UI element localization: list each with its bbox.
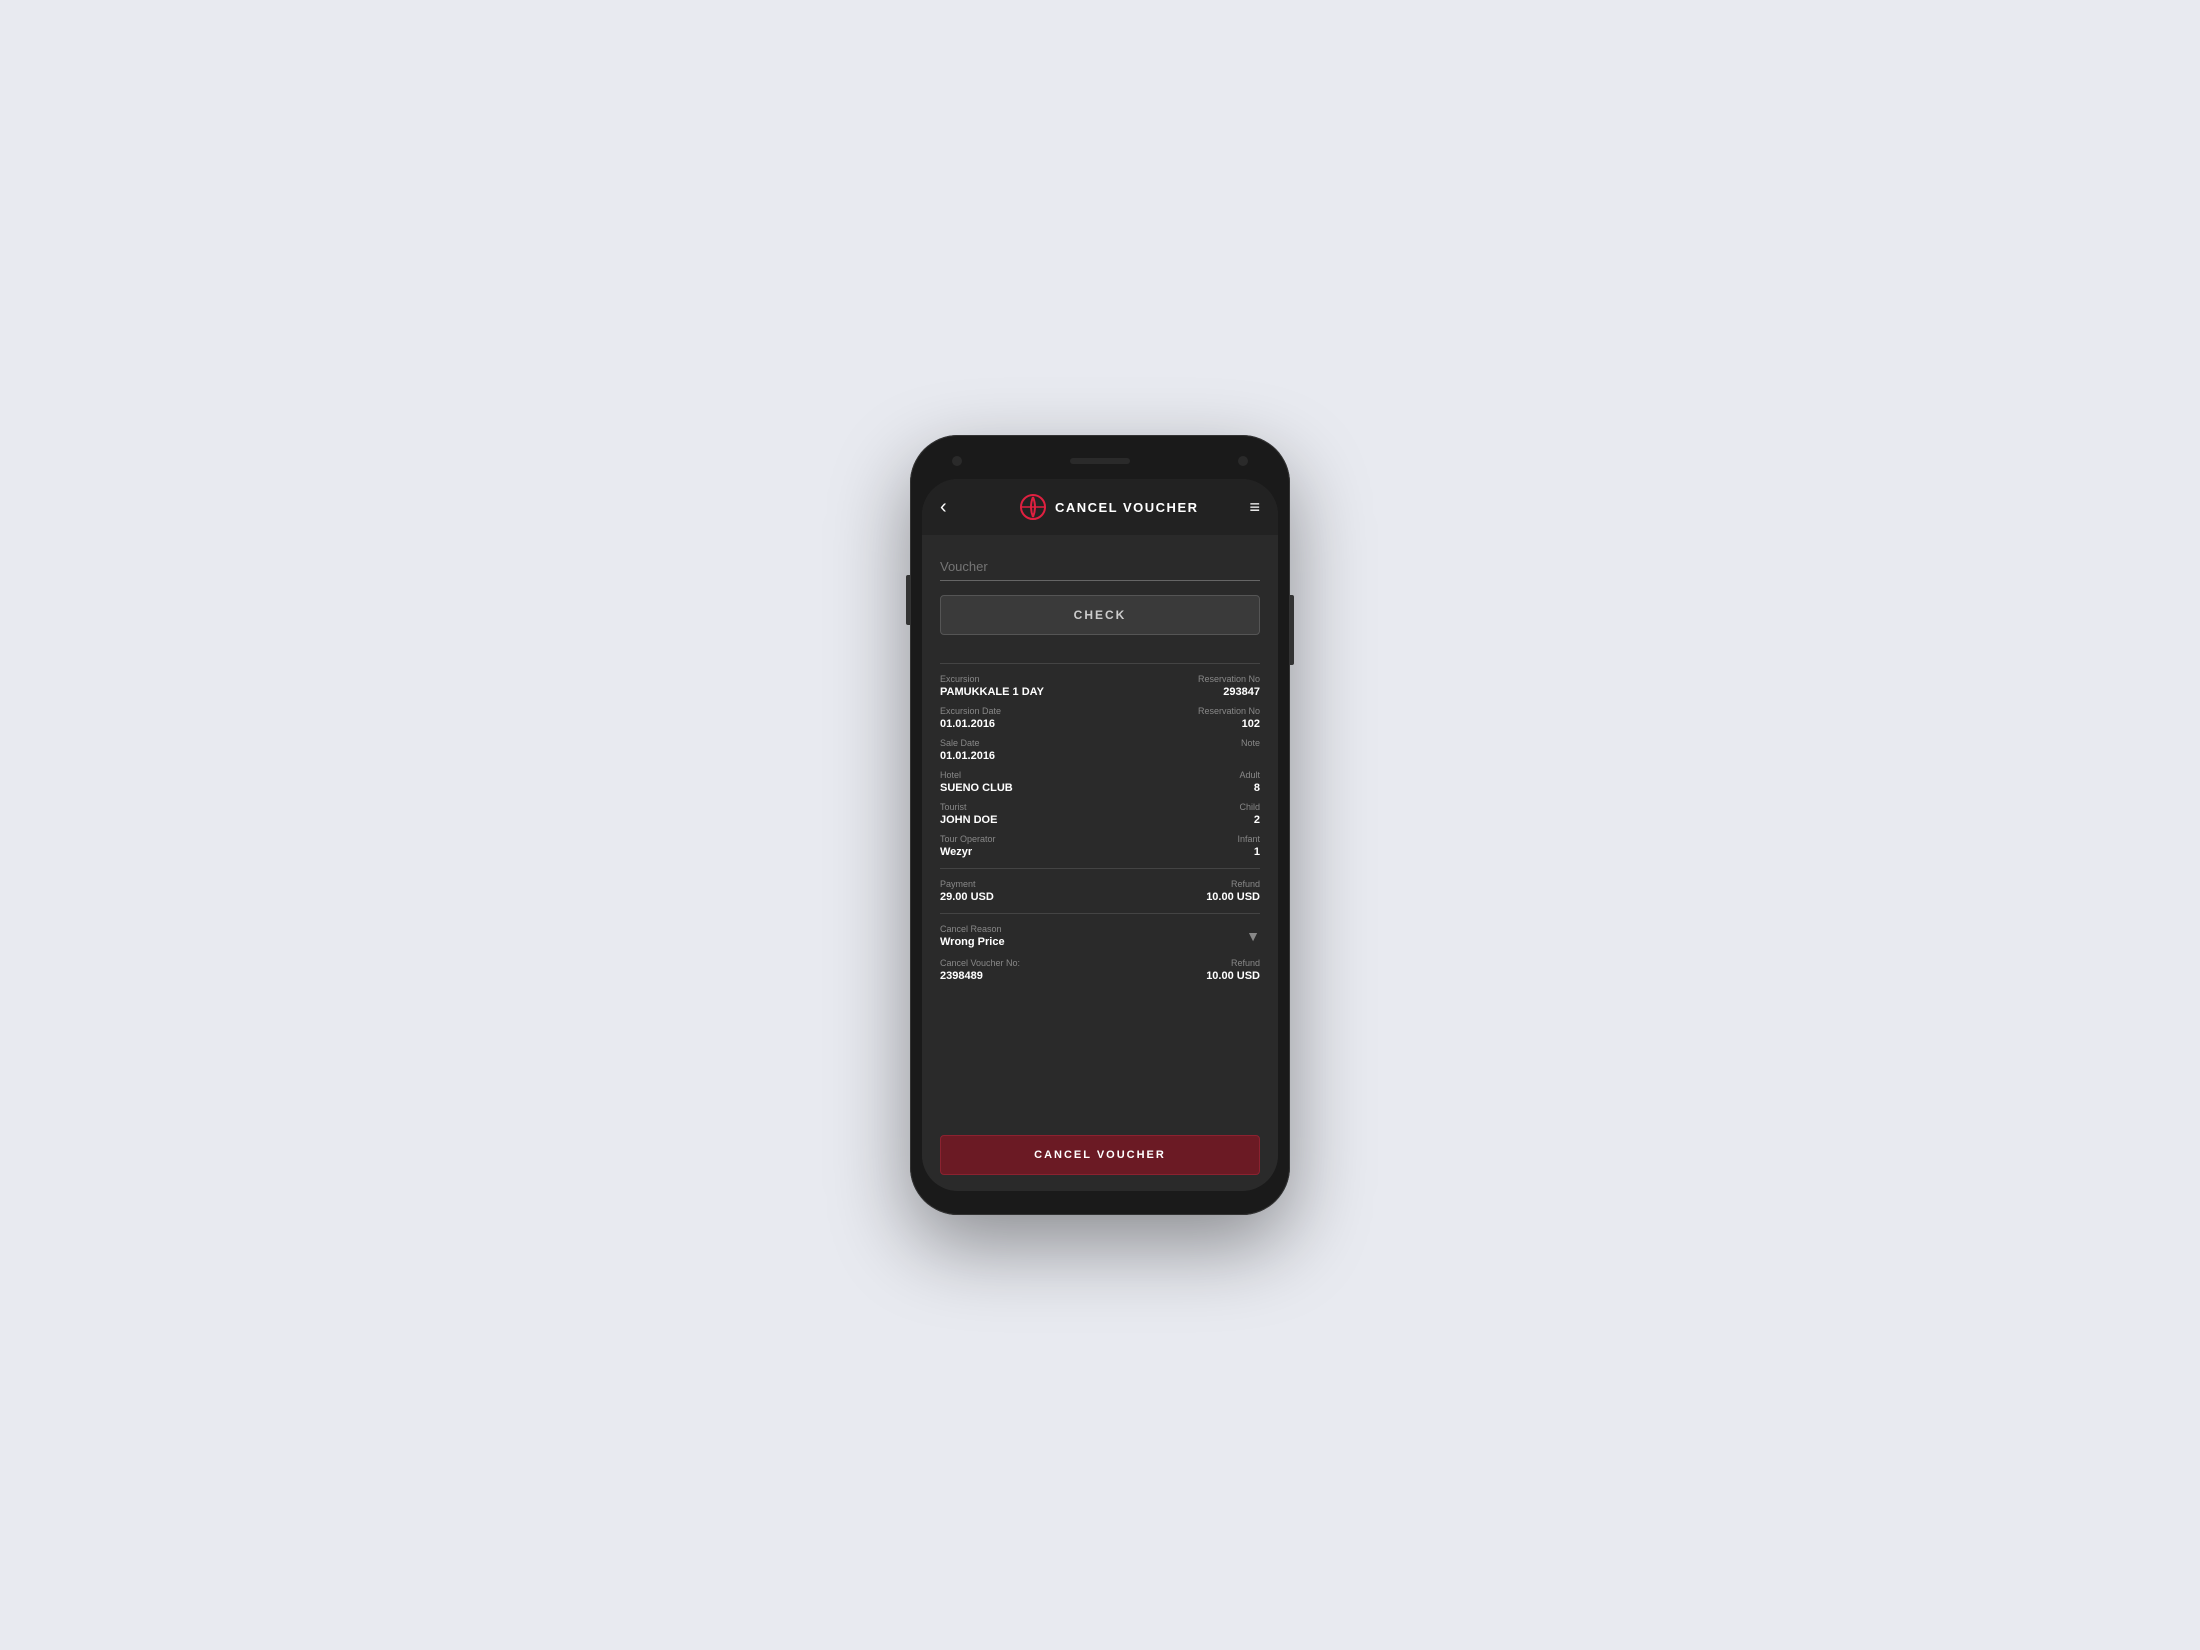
divider-3 xyxy=(940,913,1260,914)
menu-button[interactable]: ≡ xyxy=(1249,497,1260,518)
tourist-label: Tourist xyxy=(940,802,997,812)
child-value: 2 xyxy=(1239,814,1260,826)
tourist-col: Tourist JOHN DOE xyxy=(940,802,997,826)
reservation-no-value: 293847 xyxy=(1198,686,1260,698)
phone-screen: ‹ CANCEL VOUCHER ≡ CHECK xyxy=(922,479,1278,1191)
app-content: CHECK Excursion PAMUKKALE 1 DAY Reservat… xyxy=(922,535,1278,1123)
cancel-refund-label: Refund xyxy=(1206,958,1260,968)
speaker xyxy=(1070,458,1130,464)
reservation-no2-value: 102 xyxy=(1198,718,1260,730)
payment-label: Payment xyxy=(940,879,994,889)
cancel-voucher-row: Cancel Voucher No: 2398489 Refund 10.00 … xyxy=(940,958,1260,982)
reservation-no-col: Reservation No 293847 xyxy=(1198,674,1260,698)
payment-value: 29.00 USD xyxy=(940,891,994,903)
note-label: Note xyxy=(1241,738,1260,748)
child-col: Child 2 xyxy=(1239,802,1260,826)
cancel-voucher-no-col: Cancel Voucher No: 2398489 xyxy=(940,958,1020,982)
reservation-no2-col: Reservation No 102 xyxy=(1198,706,1260,730)
tour-operator-value: Wezyr xyxy=(940,846,996,858)
refund-col: Refund 10.00 USD xyxy=(1206,879,1260,903)
adult-label: Adult xyxy=(1239,770,1260,780)
camera-icon xyxy=(952,456,962,466)
cancel-section: Cancel Reason Wrong Price ▼ Cancel Vouch… xyxy=(940,924,1260,982)
infant-col: Infant 1 xyxy=(1237,834,1260,858)
excursion-date-row: Excursion Date 01.01.2016 Reservation No… xyxy=(940,706,1260,730)
hotel-value: SUENO CLUB xyxy=(940,782,1013,794)
refund-value: 10.00 USD xyxy=(1206,891,1260,903)
adult-col: Adult 8 xyxy=(1239,770,1260,794)
cancel-refund-value: 10.00 USD xyxy=(1206,970,1260,982)
sale-date-label: Sale Date xyxy=(940,738,995,748)
excursion-col: Excursion PAMUKKALE 1 DAY xyxy=(940,674,1044,698)
header-title: CANCEL VOUCHER xyxy=(1055,500,1199,515)
app-header: ‹ CANCEL VOUCHER ≡ xyxy=(922,479,1278,535)
cancel-voucher-no-value: 2398489 xyxy=(940,970,1020,982)
cancel-reason-col: Cancel Reason Wrong Price xyxy=(940,924,1005,948)
divider-2 xyxy=(940,868,1260,869)
excursion-date-label: Excursion Date xyxy=(940,706,1001,716)
sensor-icon xyxy=(1238,456,1248,466)
excursion-date-value: 01.01.2016 xyxy=(940,718,1001,730)
dropdown-arrow-icon[interactable]: ▼ xyxy=(1246,928,1260,944)
tourist-row: Tourist JOHN DOE Child 2 xyxy=(940,802,1260,826)
note-col: Note xyxy=(1241,738,1260,762)
reservation-no2-label: Reservation No xyxy=(1198,706,1260,716)
power-button xyxy=(1290,595,1294,665)
excursion-info: Excursion PAMUKKALE 1 DAY Reservation No… xyxy=(940,674,1260,858)
header-center: CANCEL VOUCHER xyxy=(1019,493,1199,521)
payment-row: Payment 29.00 USD Refund 10.00 USD xyxy=(940,879,1260,903)
logo-icon xyxy=(1019,493,1047,521)
voucher-input-container xyxy=(940,553,1260,581)
sale-date-col: Sale Date 01.01.2016 xyxy=(940,738,995,762)
hotel-col: Hotel SUENO CLUB xyxy=(940,770,1013,794)
back-button[interactable]: ‹ xyxy=(940,496,968,519)
tourist-value: JOHN DOE xyxy=(940,814,997,826)
excursion-date-col: Excursion Date 01.01.2016 xyxy=(940,706,1001,730)
tour-operator-row: Tour Operator Wezyr Infant 1 xyxy=(940,834,1260,858)
volume-button xyxy=(906,575,910,625)
tour-operator-label: Tour Operator xyxy=(940,834,996,844)
excursion-label: Excursion xyxy=(940,674,1044,684)
sale-date-row: Sale Date 01.01.2016 Note xyxy=(940,738,1260,762)
hotel-label: Hotel xyxy=(940,770,1013,780)
cancel-refund-col: Refund 10.00 USD xyxy=(1206,958,1260,982)
adult-value: 8 xyxy=(1239,782,1260,794)
payment-col: Payment 29.00 USD xyxy=(940,879,994,903)
cancel-voucher-no-label: Cancel Voucher No: xyxy=(940,958,1020,968)
tour-operator-col: Tour Operator Wezyr xyxy=(940,834,996,858)
voucher-input[interactable] xyxy=(940,553,1260,581)
divider-1 xyxy=(940,663,1260,664)
cancel-reason-value: Wrong Price xyxy=(940,936,1005,948)
excursion-row: Excursion PAMUKKALE 1 DAY Reservation No… xyxy=(940,674,1260,698)
phone-device: ‹ CANCEL VOUCHER ≡ CHECK xyxy=(910,435,1290,1215)
bottom-area: CANCEL VOUCHER xyxy=(922,1123,1278,1191)
excursion-value: PAMUKKALE 1 DAY xyxy=(940,686,1044,698)
hotel-row: Hotel SUENO CLUB Adult 8 xyxy=(940,770,1260,794)
check-button[interactable]: CHECK xyxy=(940,595,1260,635)
cancel-reason-label: Cancel Reason xyxy=(940,924,1005,934)
infant-label: Infant xyxy=(1237,834,1260,844)
sale-date-value: 01.01.2016 xyxy=(940,750,995,762)
refund-label: Refund xyxy=(1206,879,1260,889)
child-label: Child xyxy=(1239,802,1260,812)
cancel-voucher-button[interactable]: CANCEL VOUCHER xyxy=(940,1135,1260,1175)
reservation-no-label: Reservation No xyxy=(1198,674,1260,684)
infant-value: 1 xyxy=(1237,846,1260,858)
phone-top-bar xyxy=(922,447,1278,475)
cancel-reason-row: Cancel Reason Wrong Price ▼ xyxy=(940,924,1260,948)
